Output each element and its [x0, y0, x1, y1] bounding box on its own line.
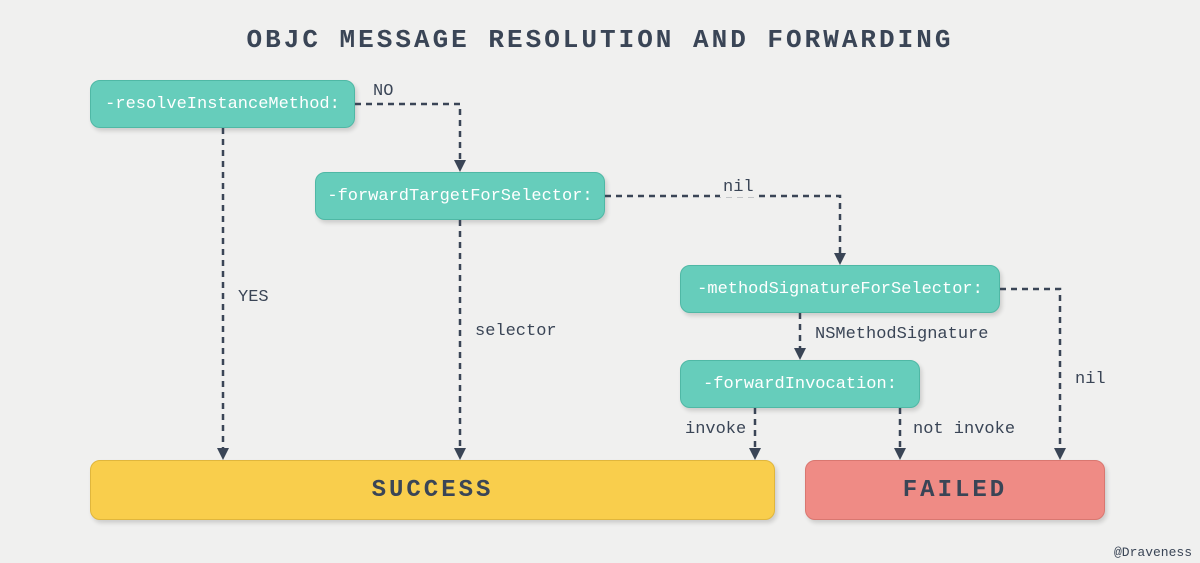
edge-label-not-invoke: not invoke	[910, 420, 1018, 439]
edge-label-yes: YES	[235, 288, 272, 307]
node-label: -resolveInstanceMethod:	[105, 95, 340, 114]
node-method-signature: -methodSignatureForSelector:	[680, 265, 1000, 313]
node-forward-invocation: -forwardInvocation:	[680, 360, 920, 408]
node-label: -methodSignatureForSelector:	[697, 280, 983, 299]
result-label: SUCCESS	[372, 477, 494, 504]
edge-label-invoke: invoke	[682, 420, 749, 439]
edge-label-nil-2: nil	[1072, 370, 1109, 389]
node-forward-target: -forwardTargetForSelector:	[315, 172, 605, 220]
edge-label-nil: nil	[720, 178, 757, 197]
result-success: SUCCESS	[90, 460, 775, 520]
node-label: -forwardInvocation:	[703, 375, 897, 394]
node-resolve-instance-method: -resolveInstanceMethod:	[90, 80, 355, 128]
edge-label-nsmethodsignature: NSMethodSignature	[812, 325, 991, 344]
result-failed: FAILED	[805, 460, 1105, 520]
credit-text: @Draveness	[1114, 545, 1192, 560]
diagram-title: OBJC MESSAGE RESOLUTION AND FORWARDING	[0, 0, 1200, 55]
edge-label-selector: selector	[472, 322, 560, 341]
result-label: FAILED	[903, 477, 1007, 504]
node-label: -forwardTargetForSelector:	[327, 187, 592, 206]
edge-label-no: NO	[370, 82, 396, 101]
